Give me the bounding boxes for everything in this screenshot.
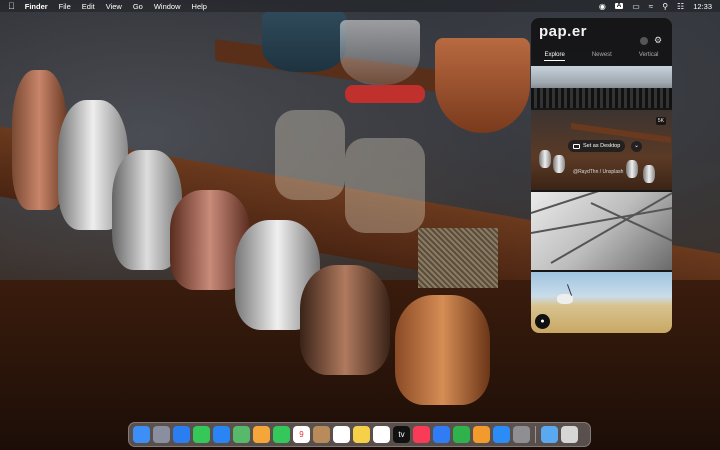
gear-icon[interactable]: ⚙	[654, 35, 662, 46]
wifi-icon[interactable]: ≈	[649, 2, 653, 11]
monitor-icon	[573, 143, 580, 149]
wallpaper-thumbnail-selected[interactable]: 5K Set as Desktop ⌄ @RaydThn / Unsplash	[531, 110, 672, 190]
tab-newest[interactable]: Newest	[592, 52, 612, 61]
wallpaper-kettle	[300, 265, 390, 375]
apple-menu-icon[interactable]: 	[8, 1, 15, 11]
menu-file[interactable]: File	[59, 2, 71, 11]
menu-app-name[interactable]: Finder	[25, 2, 48, 11]
menu-go[interactable]: Go	[133, 2, 143, 11]
status-area: ◉ A ▭ ≈ ⚲ ☷ 12:33	[599, 2, 712, 11]
keynote-icon[interactable]	[433, 426, 450, 443]
maps-icon[interactable]	[233, 426, 250, 443]
wallpaper-thumbnail[interactable]	[531, 192, 672, 270]
wallpaper-grate	[418, 228, 498, 288]
tv-label: tv	[398, 430, 405, 439]
wallpaper-kettle	[395, 295, 490, 405]
tab-explore[interactable]: Explore	[544, 52, 565, 61]
menu-window[interactable]: Window	[154, 2, 181, 11]
thumbnail-kettle	[553, 155, 565, 173]
numbers-icon[interactable]	[453, 426, 470, 443]
trash-icon[interactable]	[561, 426, 578, 443]
wallpaper-dripper	[340, 20, 420, 85]
system-settings-icon[interactable]	[513, 426, 530, 443]
set-as-desktop-label: Set as Desktop	[583, 143, 621, 149]
calendar-icon[interactable]: 9	[293, 426, 310, 443]
thumbnail-kettle	[626, 160, 638, 178]
menu-clock[interactable]: 12:33	[693, 2, 712, 11]
safari-icon[interactable]	[173, 426, 190, 443]
account-icon[interactable]	[640, 37, 648, 45]
chevron-down-icon[interactable]: ⌄	[631, 141, 642, 152]
mail-icon[interactable]	[213, 426, 230, 443]
tab-vertical[interactable]: Vertical	[639, 52, 659, 61]
tab-bar: Explore Newest Vertical	[531, 52, 672, 61]
downloads-folder-icon[interactable]	[541, 426, 558, 443]
photos-icon[interactable]	[253, 426, 270, 443]
thumbnail-kettle	[643, 165, 655, 183]
wallpaper-thumbnail[interactable]: ●	[531, 272, 672, 333]
thumbnail-crowd	[531, 88, 672, 108]
thumbnail-kettle	[539, 150, 551, 168]
wallpaper-dripper	[435, 38, 530, 133]
app-logo: pap.er	[539, 23, 588, 40]
wallpaper-thumbnail[interactable]	[531, 66, 672, 108]
menu-help[interactable]: Help	[192, 2, 207, 11]
input-source-icon[interactable]: A	[614, 3, 624, 9]
finder-icon[interactable]	[133, 426, 150, 443]
paper-app-status-icon[interactable]: ◉	[599, 2, 606, 11]
calendar-label: 9	[299, 430, 304, 439]
wallpaper-pad	[345, 85, 425, 103]
reminders-icon[interactable]	[333, 426, 350, 443]
wallpaper-dripper	[262, 12, 346, 72]
photo-credit[interactable]: @RaydThn / Unsplash	[573, 169, 623, 175]
search-icon[interactable]: ⚲	[662, 2, 668, 11]
freeform-icon[interactable]	[373, 426, 390, 443]
thumbnail-beam	[550, 192, 672, 264]
wallpaper-app-panel: pap.er ⚙ Explore Newest Vertical 5K Set …	[531, 18, 672, 333]
facetime-icon[interactable]	[273, 426, 290, 443]
notes-icon[interactable]	[353, 426, 370, 443]
pages-icon[interactable]	[473, 426, 490, 443]
music-icon[interactable]	[413, 426, 430, 443]
contacts-icon[interactable]	[313, 426, 330, 443]
menu-edit[interactable]: Edit	[82, 2, 95, 11]
dock: 9 tv	[128, 422, 591, 447]
menu-bar:  Finder File Edit View Go Window Help ◉…	[0, 0, 720, 12]
resolution-badge: 5K	[655, 117, 666, 125]
control-center-icon[interactable]: ☷	[677, 2, 684, 11]
dock-separator	[535, 426, 536, 443]
app-store-icon[interactable]	[493, 426, 510, 443]
battery-icon[interactable]: ▭	[632, 2, 640, 11]
tv-icon[interactable]: tv	[393, 426, 410, 443]
menu-view[interactable]: View	[106, 2, 122, 11]
wallpaper-server	[345, 138, 425, 233]
launchpad-icon[interactable]	[153, 426, 170, 443]
more-options-icon[interactable]: ●	[535, 314, 550, 329]
wallpaper-server	[275, 110, 345, 200]
messages-icon[interactable]	[193, 426, 210, 443]
set-as-desktop-button[interactable]: Set as Desktop	[568, 140, 626, 152]
